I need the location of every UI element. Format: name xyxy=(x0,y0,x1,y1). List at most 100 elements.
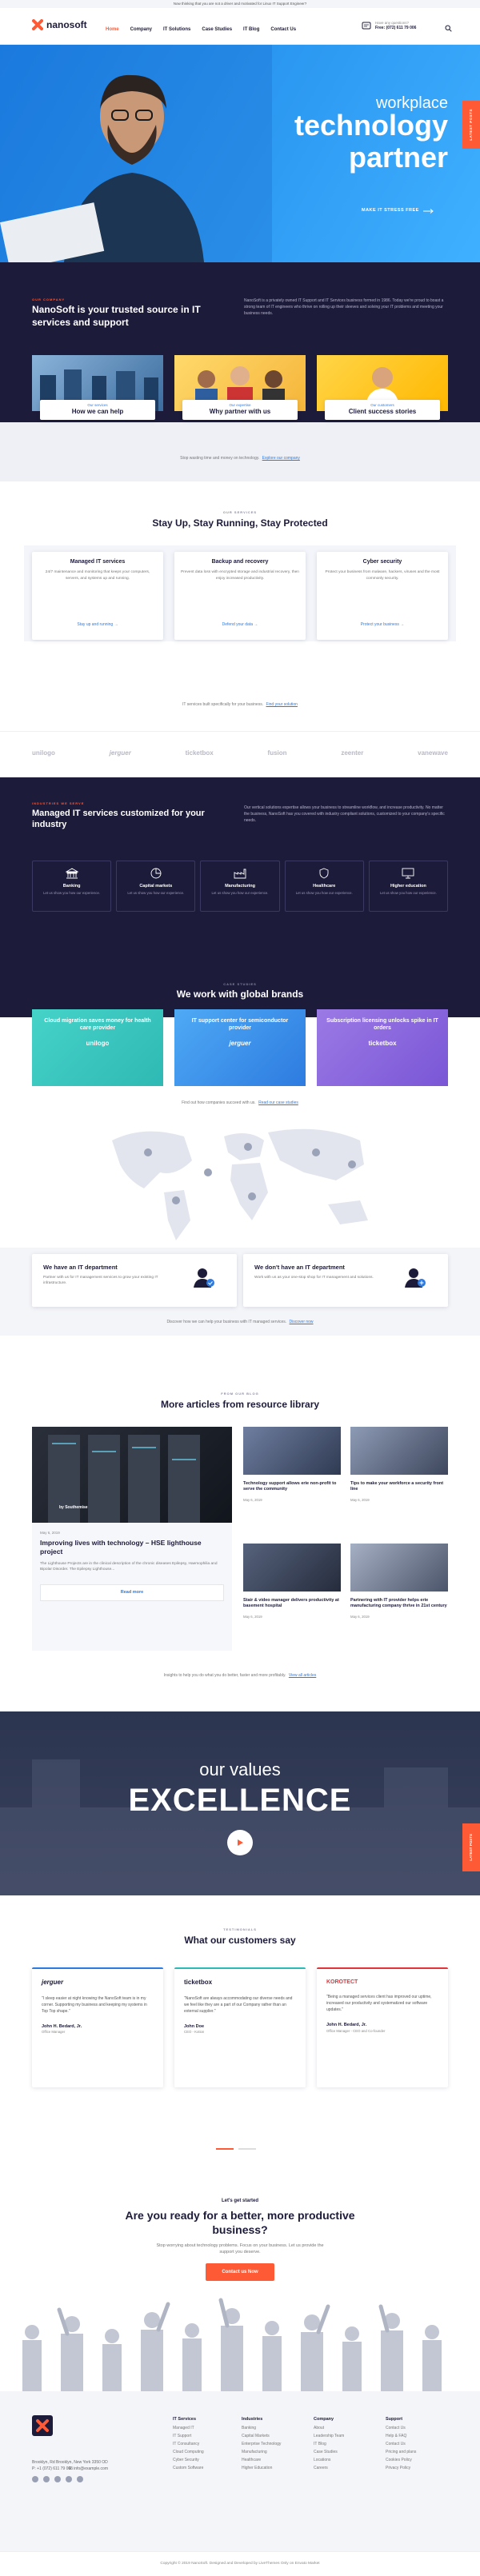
article-card[interactable]: Stair & video manager delivers productiv… xyxy=(243,1544,341,1651)
logo[interactable]: nanosoft xyxy=(32,18,87,31)
youtube-icon[interactable] xyxy=(66,2476,72,2482)
testimonial-quote: "I sleep easier at night knowing the Nan… xyxy=(42,1995,147,2014)
footer-link[interactable]: IT Blog xyxy=(314,2440,344,2448)
footer-link[interactable]: Leadership Team xyxy=(314,2432,344,2440)
services-bottom-line: IT services built specifically for your … xyxy=(0,702,480,708)
it-dept-bottom-text: Discover how we can help your business w… xyxy=(166,1320,287,1324)
carousel-dot-active[interactable] xyxy=(216,2148,234,2150)
nav-item-home[interactable]: Home xyxy=(106,26,119,33)
twitter-icon[interactable] xyxy=(32,2476,38,2482)
footer-link[interactable]: Locations xyxy=(314,2456,344,2464)
footer-email[interactable]: E: info@example.com xyxy=(69,2466,108,2472)
contact-us-button[interactable]: Contact us Now xyxy=(206,2263,274,2282)
industry-card-capital-markets[interactable]: Capital markets Let us show you how our … xyxy=(116,861,196,912)
services-bottom-text: IT services built specifically for your … xyxy=(182,702,264,707)
nav-item-contact-us[interactable]: Contact Us xyxy=(270,26,296,33)
search-icon[interactable] xyxy=(445,25,452,32)
brands-bottom-line: Find out how companies succeed with us. … xyxy=(0,1100,480,1106)
view-all-articles-link[interactable]: View all articles xyxy=(289,1673,316,1678)
world-map-graphic xyxy=(112,1128,368,1240)
industry-text: Our vertical solutions expertise allows … xyxy=(244,805,445,823)
carousel-dot[interactable] xyxy=(238,2148,256,2150)
service-card-expertise[interactable]: Our expertise Why partner with us xyxy=(174,355,306,437)
service-card-cyber[interactable]: Cyber security Protect your business fro… xyxy=(317,552,448,640)
brand-card-jerguer[interactable]: IT support center for semiconductor prov… xyxy=(174,1009,306,1086)
service-card-backup[interactable]: Backup and recovery Prevent data loss wi… xyxy=(174,552,306,640)
footer-link[interactable]: Pricing and plans xyxy=(386,2448,416,2456)
footer-link[interactable]: Banking xyxy=(242,2424,281,2432)
it-dept-card-yes[interactable]: We have an IT department Partner with us… xyxy=(32,1254,237,1307)
service-card-help[interactable]: Our services How we can help xyxy=(32,355,163,437)
footer-address: Brooklyn, Rd Brooklyn, New York 3350 OD xyxy=(32,2460,108,2465)
values-banner: our values EXCELLENCE LATEST POSTS xyxy=(0,1711,480,1895)
footer-link[interactable]: Custom Software xyxy=(173,2464,204,2472)
footer-link[interactable]: IT Support xyxy=(173,2432,204,2440)
footer-link[interactable]: Capital Markets xyxy=(242,2432,281,2440)
footer-link[interactable]: Manufacturing xyxy=(242,2448,281,2456)
footer-link[interactable]: IT Consultancy xyxy=(173,2440,204,2448)
service-card-managed[interactable]: Managed IT services 24/7 maintenance and… xyxy=(32,552,163,640)
article-card[interactable]: Partnering with IT provider helps erie m… xyxy=(350,1544,448,1651)
service-link[interactable]: Stay up and running → xyxy=(32,622,163,628)
footer-link[interactable]: Healthcare xyxy=(242,2456,281,2464)
article-card[interactable]: Technology support allows erie non-profi… xyxy=(243,1427,341,1534)
footer-link[interactable]: Contact Us xyxy=(386,2440,416,2448)
brand-card-ticketbox[interactable]: Subscription licensing unlocks spike in … xyxy=(317,1009,448,1086)
company-text: NanoSoft is a privately owned IT Support… xyxy=(244,298,444,316)
featured-article[interactable]: by Southemise May 6, 2019 Improving live… xyxy=(32,1427,232,1651)
instagram-icon[interactable] xyxy=(54,2476,61,2482)
footer-link[interactable]: Cookies Policy xyxy=(386,2456,416,2464)
industry-card-higher-education[interactable]: Higher education Let us show you how our… xyxy=(368,861,449,912)
card-title: Client success stories xyxy=(348,408,417,416)
explore-company-link[interactable]: Explore our company xyxy=(262,456,300,461)
footer-link[interactable]: Managed IT xyxy=(173,2424,204,2432)
testimonial-name: John Doe xyxy=(184,2023,205,2029)
hero-cta[interactable]: MAKE IT STRESS FREE xyxy=(362,208,434,214)
linkedin-icon[interactable] xyxy=(77,2476,83,2482)
hero-side-tab[interactable]: LATEST POSTS xyxy=(462,101,480,149)
client-logo-jerguer: jerguer xyxy=(109,749,131,757)
find-solution-link[interactable]: Find your solution xyxy=(266,702,297,707)
service-link[interactable]: Protect your business → xyxy=(317,622,448,628)
discover-now-link[interactable]: Discover now xyxy=(290,1320,314,1324)
testimonial-logo: ticketbox xyxy=(184,1979,213,1986)
services-section: Our Services Stay Up, Stay Running, Stay… xyxy=(0,481,480,731)
facebook-icon[interactable] xyxy=(43,2476,50,2482)
brand-card-title: IT support center for semiconductor prov… xyxy=(191,1018,289,1032)
service-card-customers[interactable]: Our customers Client success stories xyxy=(317,355,448,437)
read-more-button[interactable]: Read more xyxy=(40,1584,224,1601)
values-side-tab[interactable]: LATEST POSTS xyxy=(462,1823,480,1871)
it-dept-card-no[interactable]: We don't have an IT department Work with… xyxy=(243,1254,448,1307)
nav-item-it-solutions[interactable]: IT Solutions xyxy=(163,26,190,33)
hero-cta-label: MAKE IT STRESS FREE xyxy=(362,208,419,213)
nav-item-company[interactable]: Company xyxy=(130,26,152,33)
footer-link[interactable]: About xyxy=(314,2424,344,2432)
footer-link[interactable]: Enterprise Technology xyxy=(242,2440,281,2448)
footer-link[interactable]: Cloud Computing xyxy=(173,2448,204,2456)
footer-link[interactable]: Careers xyxy=(314,2464,344,2472)
nav-item-it-blog[interactable]: IT Blog xyxy=(243,26,259,33)
footer-link[interactable]: Higher Education xyxy=(242,2464,281,2472)
footer-link[interactable]: Help & FAQ xyxy=(386,2432,416,2440)
testimonial-role: Office Manager xyxy=(42,2030,66,2035)
service-link[interactable]: Defend your data → xyxy=(174,622,306,628)
service-title: Backup and recovery xyxy=(211,559,269,565)
cta-eyebrow: Let's get started xyxy=(221,2199,259,2203)
play-video-button[interactable] xyxy=(227,1830,253,1855)
service-link-label: Protect your business xyxy=(360,622,399,627)
industry-card-banking[interactable]: Banking Let us show you how our experien… xyxy=(32,861,112,912)
footer-link[interactable]: Cyber Security xyxy=(173,2456,204,2464)
industry-card-manufacturing[interactable]: Manufacturing Let us show you how our ex… xyxy=(200,861,280,912)
industry-card-healthcare[interactable]: Healthcare Let us show you how our exper… xyxy=(284,861,364,912)
footer-link[interactable]: Contact Us xyxy=(386,2424,416,2432)
header-contact[interactable]: Have any questions? Free: (072) 611 79 0… xyxy=(362,21,416,31)
article-card[interactable]: Tips to make your workforce a security f… xyxy=(350,1427,448,1534)
footer-link[interactable]: Privacy Policy xyxy=(386,2464,416,2472)
shield-heart-icon xyxy=(319,868,329,879)
articles-bottom-text: Insights to help you do what you do bett… xyxy=(163,1673,286,1678)
case-studies-link[interactable]: Read our case studies xyxy=(258,1100,298,1105)
brand-card-unilogo[interactable]: Cloud migration saves money for health c… xyxy=(32,1009,163,1086)
footer-link[interactable]: Case Studies xyxy=(314,2448,344,2456)
footer-logo-icon[interactable] xyxy=(32,2415,53,2436)
nav-item-case-studies[interactable]: Case Studies xyxy=(202,26,232,33)
